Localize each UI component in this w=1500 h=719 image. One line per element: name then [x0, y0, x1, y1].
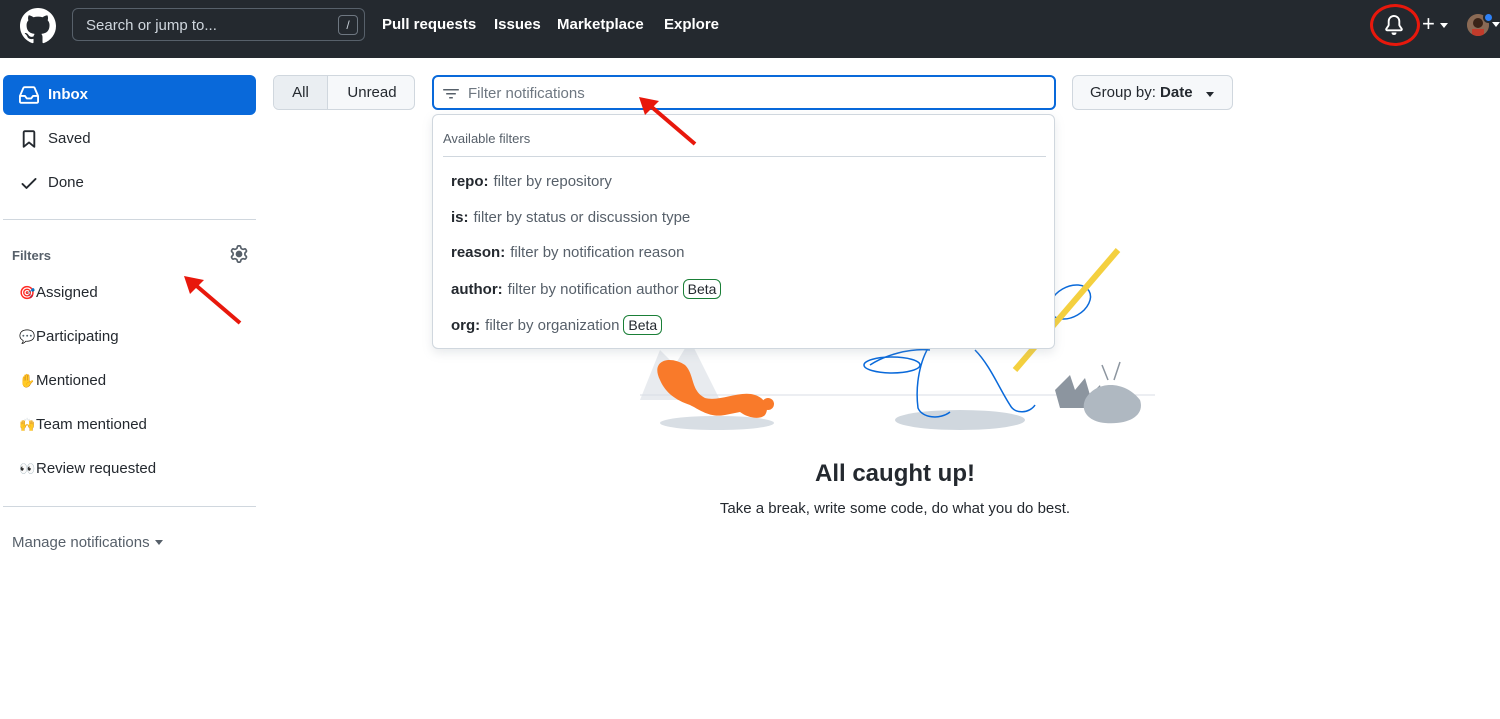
available-filters-dropdown: Available filters repo: filter by reposit… [432, 114, 1055, 349]
top-header: Search or jump to... / Pull requests Iss… [0, 0, 1500, 58]
manage-notifications-label: Manage notifications [12, 534, 150, 551]
check-icon [21, 178, 37, 189]
filter-key: reason: [451, 244, 506, 261]
sidebar-divider [3, 219, 256, 220]
filter-label: Mentioned [36, 372, 107, 389]
filter-assigned[interactable]: 🎯Assigned [19, 284, 98, 301]
search-input[interactable]: Search or jump to... / [72, 8, 365, 41]
filter-option-author[interactable]: author: filter by notification author Beta [451, 279, 722, 299]
eyes-icon: 👀 [19, 461, 36, 476]
bell-icon [1385, 15, 1403, 35]
speech-bubble-icon: 💬 [19, 329, 36, 344]
nav-explore[interactable]: Explore [664, 16, 719, 33]
dropdown-divider [443, 156, 1046, 157]
filter-notifications-input[interactable]: Filter notifications [432, 75, 1056, 110]
filter-participating[interactable]: 💬Participating [19, 328, 119, 345]
raised-hand-icon: ✋ [19, 373, 36, 388]
tab-all[interactable]: All [274, 76, 328, 109]
tab-unread[interactable]: Unread [329, 76, 414, 109]
filter-team-mentioned[interactable]: 🙌Team mentioned [19, 416, 147, 433]
annotation-arrow-icon [639, 97, 697, 146]
filter-key: org: [451, 317, 481, 334]
notifications-button[interactable] [1370, 4, 1420, 46]
dropdown-heading: Available filters [443, 131, 531, 146]
target-icon: 🎯 [19, 285, 36, 300]
chevron-down-icon [1206, 92, 1214, 97]
group-by-value: Date [1160, 84, 1193, 101]
filter-option-is[interactable]: is: filter by status or discussion type [451, 209, 690, 226]
sidebar-item-label: Inbox [48, 86, 88, 103]
filter-label: Review requested [36, 460, 157, 477]
group-by-prefix: Group by: [1090, 84, 1156, 101]
chevron-down-icon [1492, 22, 1500, 27]
filters-heading: Filters [12, 248, 52, 263]
plus-icon: + [1422, 11, 1435, 36]
sidebar-divider [3, 506, 256, 507]
gear-icon[interactable] [230, 245, 248, 263]
empty-state-subtitle: Take a break, write some code, do what y… [719, 500, 1071, 517]
manage-notifications-button[interactable]: Manage notifications [12, 534, 163, 551]
filter-desc: filter by repository [493, 173, 612, 190]
filter-label: Team mentioned [36, 416, 147, 433]
filter-label: Participating [36, 328, 119, 345]
search-placeholder: Search or jump to... [86, 17, 217, 34]
raised-hands-icon: 🙌 [19, 417, 36, 432]
filter-desc: filter by organization [485, 317, 620, 334]
beta-badge: Beta [623, 315, 663, 335]
filter-key: author: [451, 281, 503, 298]
filter-icon [443, 89, 459, 99]
filter-option-reason[interactable]: reason: filter by notification reason [451, 244, 684, 261]
filter-desc: filter by notification author [507, 281, 679, 298]
nav-issues[interactable]: Issues [494, 16, 541, 33]
filter-desc: filter by status or discussion type [473, 209, 691, 226]
sidebar-item-label: Done [48, 174, 84, 191]
slash-shortcut-badge: / [338, 15, 358, 35]
all-unread-toggle: All Unread [273, 75, 415, 110]
nav-marketplace[interactable]: Marketplace [557, 16, 644, 33]
chevron-down-icon [1440, 23, 1448, 28]
sidebar-item-inbox[interactable]: Inbox [3, 75, 256, 115]
bookmark-icon [22, 130, 36, 148]
sidebar-item-done[interactable]: Done [3, 163, 256, 203]
chevron-down-icon [154, 540, 163, 545]
sidebar-item-saved[interactable]: Saved [3, 119, 256, 159]
filter-mentioned[interactable]: ✋Mentioned [19, 372, 106, 389]
filter-placeholder: Filter notifications [468, 85, 585, 102]
beta-badge: Beta [682, 279, 722, 299]
annotation-arrow-icon [184, 276, 242, 325]
filter-option-repo[interactable]: repo: filter by repository [451, 173, 612, 190]
filter-review-requested[interactable]: 👀Review requested [19, 460, 156, 477]
group-by-dropdown[interactable]: Group by: Date [1072, 75, 1233, 110]
filter-desc: filter by notification reason [510, 244, 685, 261]
github-logo-icon[interactable] [20, 8, 56, 44]
filter-key: repo: [451, 173, 489, 190]
nav-pull-requests[interactable]: Pull requests [382, 16, 476, 33]
inbox-icon [19, 86, 39, 104]
filter-option-org[interactable]: org: filter by organization Beta [451, 315, 663, 335]
empty-state-title: All caught up! [815, 460, 975, 487]
create-new-button[interactable]: + [1422, 11, 1452, 39]
group-by-label: Group by: Date [1090, 84, 1193, 101]
filter-key: is: [451, 209, 469, 226]
sidebar-item-label: Saved [48, 130, 91, 147]
filter-label: Assigned [36, 284, 98, 301]
